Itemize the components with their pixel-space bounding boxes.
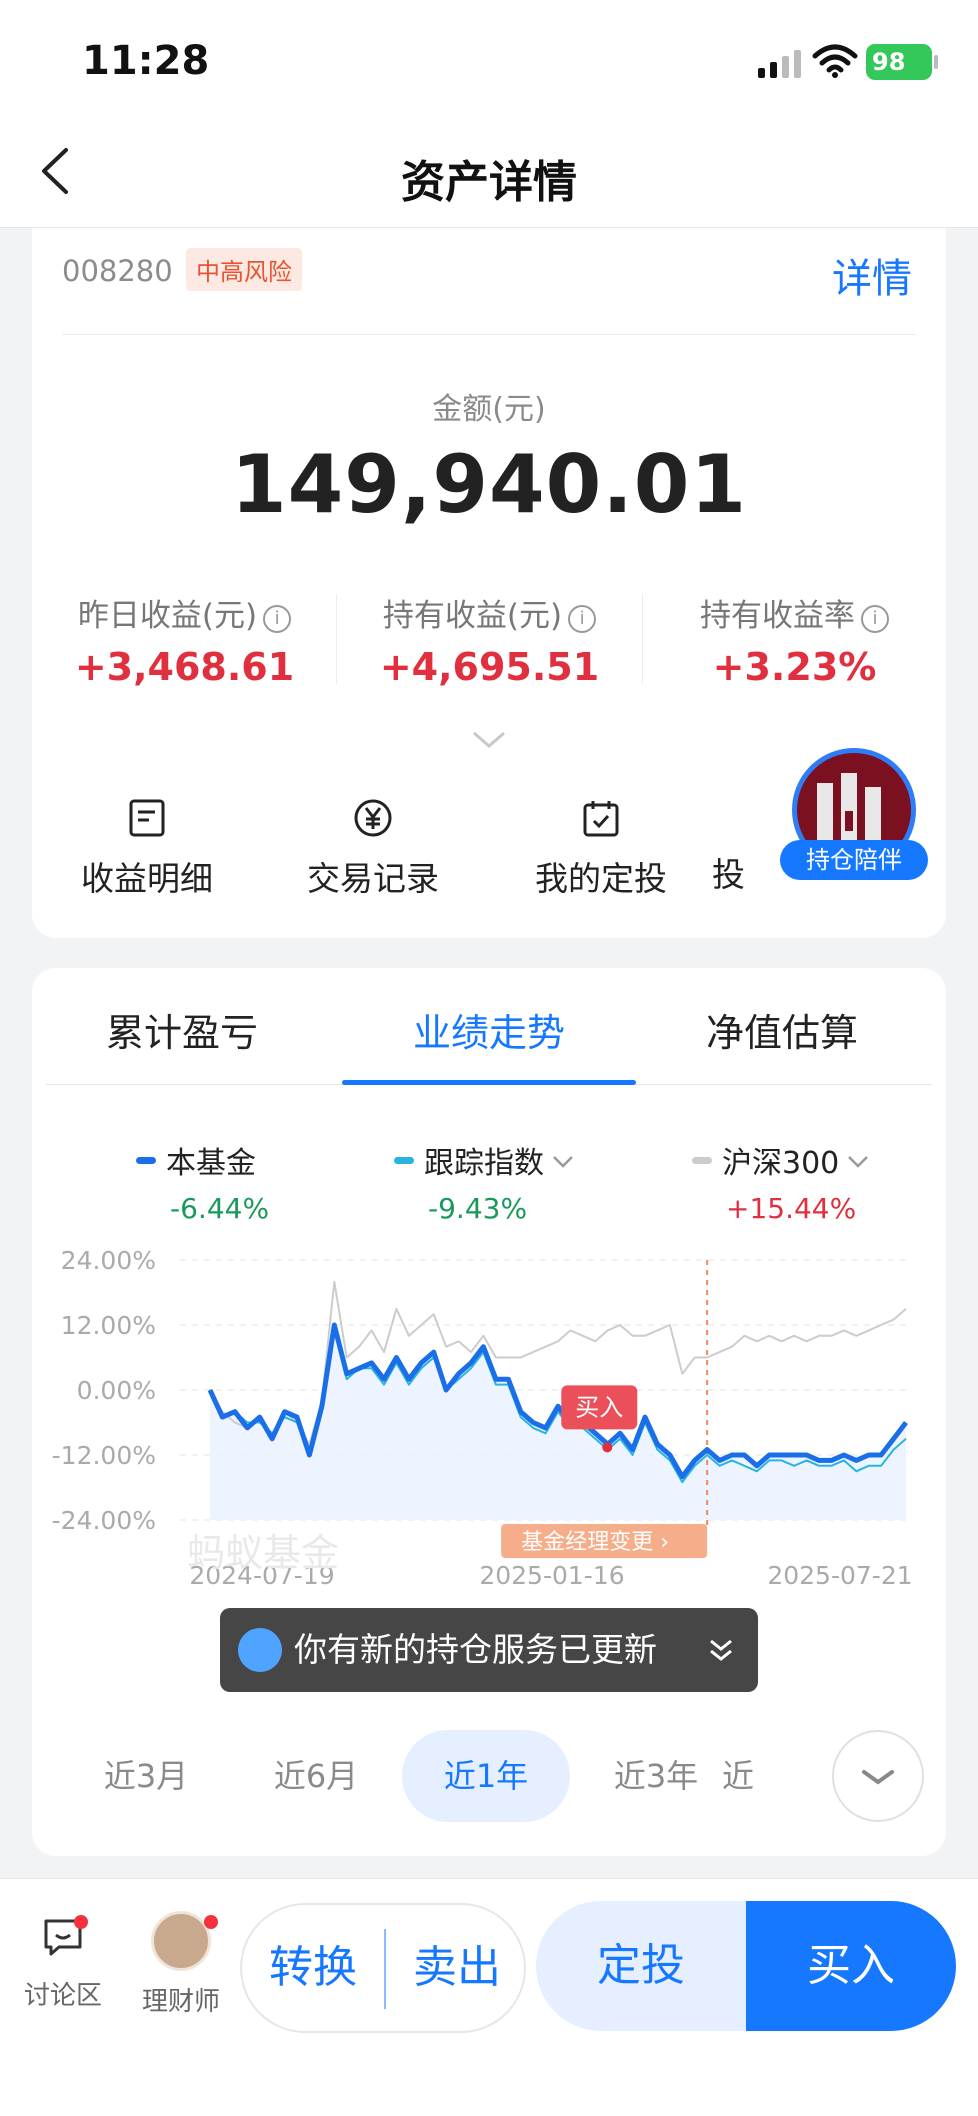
tab-cumulative-pnl[interactable]: 累计盈亏 [32, 1002, 332, 1057]
range-3m[interactable]: 近3月 [62, 1730, 230, 1822]
chevron-down-icon [862, 1770, 894, 1785]
performance-card: 累计盈亏 业绩走势 净值估算 本基金 -6.44% 跟踪指数 -9.43% 沪深… [32, 968, 946, 1856]
calendar-icon [583, 801, 619, 837]
tab-performance[interactable]: 业绩走势 [339, 1002, 639, 1057]
robot-icon [238, 1628, 282, 1672]
legend-swatch [394, 1157, 414, 1164]
document-icon [129, 799, 165, 837]
chevron-down-icon [553, 1156, 573, 1168]
legend-swatch [136, 1157, 156, 1164]
buy-button[interactable]: 买入 [746, 1901, 956, 2031]
notification-dot [74, 1915, 88, 1929]
legend-name: 沪深300 [722, 1146, 840, 1181]
manager-change-label: 基金经理变更 › [521, 1530, 669, 1555]
buy-point [602, 1442, 613, 1453]
action-trade-records[interactable]: 交易记录 [258, 798, 488, 900]
stat-holding: 持有收益(元) i +4,695.51 [337, 590, 642, 689]
legend-swatch [692, 1157, 712, 1164]
range-1y[interactable]: 近1年 [402, 1730, 570, 1822]
info-icon[interactable]: i [568, 605, 597, 633]
battery-cap [934, 55, 938, 69]
auto-invest-button[interactable]: 定投 [536, 1901, 746, 2031]
stat-label: 昨日收益(元) [77, 598, 258, 634]
stat-rate: 持有收益率 i +3.23% [642, 590, 947, 689]
legend-name: 跟踪指数 [424, 1146, 544, 1181]
cellular-signal-icon [758, 50, 801, 78]
range-expand-button[interactable] [832, 1730, 924, 1822]
watermark: 蚂蚁基金 [187, 1531, 339, 1575]
amount-value: 149,940.01 [230, 438, 748, 531]
stat-label: 持有收益(元) [382, 598, 563, 634]
x-tick-label: 2025-07-21 [767, 1561, 912, 1590]
divider [62, 334, 916, 335]
legend-value: -9.43% [428, 1192, 528, 1225]
stat-value: +4,695.51 [379, 645, 600, 689]
action-label: 我的定投 [535, 859, 667, 898]
advisor-avatar [151, 1911, 211, 1971]
y-tick-label: 24.00% [61, 1246, 156, 1275]
advisor-label: 理财师 [141, 1987, 220, 2017]
chevron-down-icon [848, 1156, 869, 1168]
action-income-detail[interactable]: 收益明细 [32, 798, 262, 900]
stat-value: +3,468.61 [74, 645, 295, 689]
page-title: 资产详情 [401, 157, 577, 208]
switch-sell-group: 转换 卖出 [240, 1903, 526, 2033]
bottom-action-bar: 讨论区 理财师 转换 卖出 定投 买入 [0, 1878, 978, 2116]
info-icon[interactable]: i [861, 605, 889, 633]
tab-nav-estimate[interactable]: 净值估算 [632, 1002, 932, 1057]
action-label: 交易记录 [307, 859, 439, 898]
clock: 11:28 [82, 38, 210, 84]
range-6m[interactable]: 近6月 [232, 1730, 400, 1822]
stat-yesterday: 昨日收益(元) i +3,468.61 [32, 590, 337, 689]
y-tick-label: -12.00% [52, 1441, 156, 1470]
y-tick-label: -24.00% [52, 1506, 156, 1535]
sell-button[interactable]: 卖出 [386, 1905, 528, 2031]
legend-value: -6.44% [170, 1192, 270, 1225]
legend-fund: 本基金 -6.44% [136, 1138, 436, 1225]
holding-companion[interactable]: 持仓陪伴 [780, 748, 928, 898]
info-icon[interactable]: i [263, 605, 292, 633]
range-3y[interactable]: 近3年 [572, 1730, 740, 1822]
risk-badge: 中高风险 [186, 248, 302, 291]
advisor-button[interactable]: 理财师 [126, 1911, 236, 2018]
stat-label: 持有收益率 [700, 598, 855, 634]
discussion-button[interactable]: 讨论区 [8, 1915, 118, 2012]
nav-bar: 资产详情 [0, 110, 978, 228]
tab-indicator [342, 1080, 636, 1085]
y-tick-label: 12.00% [61, 1311, 156, 1340]
companion-label: 持仓陪伴 [780, 840, 928, 880]
status-bar: 11:28 98 [0, 0, 978, 110]
amount-label: 金额(元) [432, 392, 546, 427]
notification-dot [204, 1915, 218, 1929]
range-selector: 近3月 近6月 近1年 近3年 近 [32, 1730, 946, 1822]
action-label: 收益明细 [81, 859, 213, 898]
yuan-icon [354, 799, 392, 837]
legend-csi300[interactable]: 沪深300 +15.44% [692, 1138, 978, 1225]
asset-card: 008280 中高风险 详情 金额(元) 149,940.01 昨日收益(元) i… [32, 228, 946, 938]
legend-value: +15.44% [726, 1192, 857, 1225]
discussion-label: 讨论区 [23, 1981, 102, 2011]
legend-name: 本基金 [166, 1146, 256, 1181]
stat-value: +3.23% [712, 645, 877, 689]
buy-tag-label: 买入 [575, 1393, 623, 1421]
action-my-auto-invest[interactable]: 我的定投 [486, 798, 716, 900]
chevron-down-icon[interactable] [472, 730, 506, 750]
holding-service-toast[interactable]: 你有新的持仓服务已更新 [220, 1608, 758, 1692]
detail-link[interactable]: 详情 [832, 246, 912, 304]
fund-area [210, 1325, 906, 1520]
wifi-icon [812, 44, 858, 78]
battery-level: 98 [866, 44, 932, 80]
fund-code: 008280 [62, 254, 173, 288]
switch-button[interactable]: 转换 [242, 1905, 384, 2031]
x-tick-label: 2025-01-16 [479, 1561, 624, 1590]
toast-text: 你有新的持仓服务已更新 [294, 1630, 657, 1669]
chevron-double-down-icon [710, 1639, 732, 1661]
legend-index[interactable]: 跟踪指数 -9.43% [394, 1138, 694, 1225]
y-tick-label: 0.00% [77, 1376, 156, 1405]
performance-chart[interactable]: 24.00%12.00%0.00%-12.00%-24.00%2024-07-1… [32, 1230, 946, 1660]
